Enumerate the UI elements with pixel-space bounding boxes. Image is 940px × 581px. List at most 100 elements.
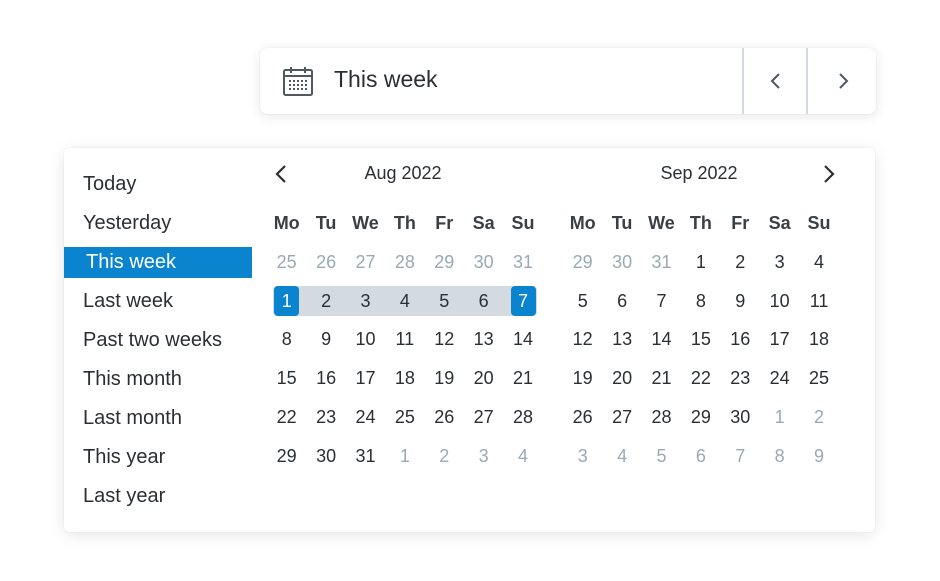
- day-cell[interactable]: 7: [642, 286, 681, 316]
- day-cell[interactable]: 25: [267, 247, 306, 277]
- day-cell[interactable]: 5: [563, 286, 602, 316]
- day-cell[interactable]: 30: [464, 247, 503, 277]
- day-cell[interactable]: 9: [799, 441, 838, 471]
- next-period-button[interactable]: [806, 48, 878, 114]
- day-cell[interactable]: 21: [642, 363, 681, 393]
- day-cell[interactable]: 5: [642, 441, 681, 471]
- day-cell[interactable]: 12: [425, 324, 464, 354]
- day-cell[interactable]: 24: [760, 363, 799, 393]
- day-cell[interactable]: 26: [306, 247, 345, 277]
- preset-last-month[interactable]: Last month: [64, 399, 252, 438]
- preset-yesterday[interactable]: Yesterday: [64, 204, 252, 243]
- day-cell[interactable]: 26: [563, 402, 602, 432]
- day-cell[interactable]: 6: [602, 286, 641, 316]
- day-cell[interactable]: 11: [385, 324, 424, 354]
- day-cell[interactable]: 22: [267, 402, 306, 432]
- day-cell[interactable]: 3: [760, 247, 799, 277]
- day-cell[interactable]: 3: [346, 286, 385, 316]
- day-cell[interactable]: 2: [799, 402, 838, 432]
- day-cell[interactable]: 29: [681, 402, 720, 432]
- day-cell[interactable]: 13: [602, 324, 641, 354]
- day-cell[interactable]: 10: [346, 324, 385, 354]
- day-cell[interactable]: 4: [602, 441, 641, 471]
- day-cell[interactable]: 31: [503, 247, 542, 277]
- day-cell[interactable]: 8: [267, 324, 306, 354]
- day-cell[interactable]: 31: [642, 247, 681, 277]
- day-cell[interactable]: 31: [346, 441, 385, 471]
- day-cell[interactable]: 23: [306, 402, 345, 432]
- day-cell[interactable]: 5: [425, 286, 464, 316]
- day-cell[interactable]: 14: [503, 324, 542, 354]
- preset-last-week[interactable]: Last week: [64, 282, 252, 321]
- day-cell[interactable]: 9: [721, 286, 760, 316]
- day-cell[interactable]: 20: [464, 363, 503, 393]
- day-cell[interactable]: 29: [563, 247, 602, 277]
- day-cell[interactable]: 8: [681, 286, 720, 316]
- day-cell[interactable]: 27: [346, 247, 385, 277]
- weekday-header: Mo Tu We Th Fr Sa Su: [267, 213, 543, 234]
- day-cell[interactable]: 16: [306, 363, 345, 393]
- day-cell[interactable]: 17: [760, 324, 799, 354]
- day-cell[interactable]: 24: [346, 402, 385, 432]
- week-row: 19 20 21 22 23 24 25: [563, 363, 839, 393]
- day-cell[interactable]: 18: [385, 363, 424, 393]
- day-cell[interactable]: 25: [799, 363, 838, 393]
- preset-this-week[interactable]: This week: [64, 247, 252, 278]
- previous-period-button[interactable]: [742, 48, 808, 114]
- preset-past-two-weeks[interactable]: Past two weeks: [64, 321, 252, 360]
- day-cell[interactable]: 11: [799, 286, 838, 316]
- day-cell[interactable]: 16: [721, 324, 760, 354]
- day-cell[interactable]: 30: [721, 402, 760, 432]
- day-cell[interactable]: 1: [267, 286, 306, 316]
- day-cell[interactable]: 28: [385, 247, 424, 277]
- day-cell[interactable]: 1: [760, 402, 799, 432]
- day-cell[interactable]: 13: [464, 324, 503, 354]
- day-cell[interactable]: 28: [642, 402, 681, 432]
- day-cell[interactable]: 1: [385, 441, 424, 471]
- day-cell[interactable]: 9: [306, 324, 345, 354]
- day-cell[interactable]: 10: [760, 286, 799, 316]
- day-cell[interactable]: 15: [681, 324, 720, 354]
- day-cell[interactable]: 7: [503, 286, 542, 316]
- day-cell[interactable]: 6: [464, 286, 503, 316]
- preset-today[interactable]: Today: [64, 165, 252, 204]
- day-cell[interactable]: 29: [267, 441, 306, 471]
- day-cell[interactable]: 3: [563, 441, 602, 471]
- day-cell[interactable]: 2: [425, 441, 464, 471]
- day-cell[interactable]: 27: [464, 402, 503, 432]
- day-cell[interactable]: 4: [799, 247, 838, 277]
- next-month-button[interactable]: [817, 162, 841, 186]
- day-cell[interactable]: 17: [346, 363, 385, 393]
- day-cell[interactable]: 14: [642, 324, 681, 354]
- day-cell[interactable]: 28: [503, 402, 542, 432]
- day-cell[interactable]: 30: [306, 441, 345, 471]
- day-cell[interactable]: 23: [721, 363, 760, 393]
- day-cell[interactable]: 7: [721, 441, 760, 471]
- day-cell[interactable]: 12: [563, 324, 602, 354]
- day-cell[interactable]: 2: [306, 286, 345, 316]
- day-cell[interactable]: 18: [799, 324, 838, 354]
- day-cell[interactable]: 19: [563, 363, 602, 393]
- day-cell[interactable]: 15: [267, 363, 306, 393]
- day-cell[interactable]: 1: [681, 247, 720, 277]
- preset-last-year[interactable]: Last year: [64, 477, 252, 516]
- preset-this-month[interactable]: This month: [64, 360, 252, 399]
- day-cell[interactable]: 25: [385, 402, 424, 432]
- day-cell[interactable]: 3: [464, 441, 503, 471]
- preset-this-year[interactable]: This year: [64, 438, 252, 477]
- day-cell[interactable]: 29: [425, 247, 464, 277]
- week-row: 15 16 17 18 19 20 21: [267, 363, 543, 393]
- day-cell[interactable]: 21: [503, 363, 542, 393]
- day-cell[interactable]: 4: [503, 441, 542, 471]
- day-cell[interactable]: 26: [425, 402, 464, 432]
- day-cell[interactable]: 22: [681, 363, 720, 393]
- day-cell[interactable]: 30: [602, 247, 641, 277]
- day-cell[interactable]: 8: [760, 441, 799, 471]
- day-cell[interactable]: 19: [425, 363, 464, 393]
- day-cell[interactable]: 4: [385, 286, 424, 316]
- day-cell[interactable]: 20: [602, 363, 641, 393]
- range-label[interactable]: This week: [334, 66, 438, 93]
- day-cell[interactable]: 27: [602, 402, 641, 432]
- day-cell[interactable]: 6: [681, 441, 720, 471]
- day-cell[interactable]: 2: [721, 247, 760, 277]
